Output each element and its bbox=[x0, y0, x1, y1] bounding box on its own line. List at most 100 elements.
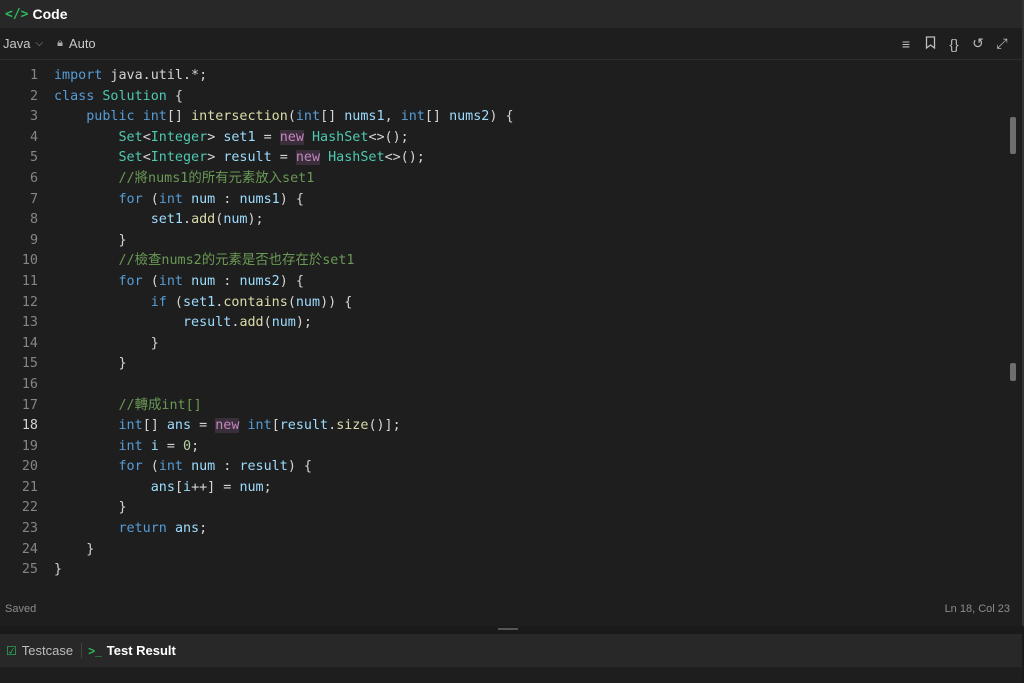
code-text: } bbox=[54, 335, 159, 351]
bookmark-icon[interactable] bbox=[918, 35, 942, 52]
line-number: 9 bbox=[29, 232, 38, 248]
code-line: 8 set1.add(num); bbox=[0, 210, 1008, 231]
code-text: //轉成int[] bbox=[54, 396, 202, 417]
code-line: 21 ans[i++] = num; bbox=[0, 478, 1008, 499]
line-number: 2 bbox=[29, 88, 38, 104]
bottom-panel-tabs: ☑ Testcase >_ Test Result bbox=[0, 634, 1022, 667]
code-line-active: 18 int[] ans = new int[result.size()]; bbox=[0, 416, 1008, 437]
code-text: return ans; bbox=[118, 521, 208, 537]
status-bar: Saved Ln 18, Col 23 bbox=[0, 599, 1020, 619]
code-line: 15 } bbox=[0, 354, 1008, 375]
code-line: 13 result.add(num); bbox=[0, 313, 1008, 334]
code-line: 9 } bbox=[0, 231, 1008, 252]
line-number: 23 bbox=[21, 521, 38, 537]
line-number: 15 bbox=[21, 356, 38, 372]
reset-icon[interactable]: ↺ bbox=[966, 35, 990, 52]
code-text: Set<Integer> set1 = new HashSet<>(); bbox=[118, 129, 409, 145]
checkbox-icon: ☑ bbox=[6, 643, 17, 658]
terminal-icon: >_ bbox=[88, 643, 102, 658]
auto-mode[interactable]: 🔒︎ Auto bbox=[57, 36, 96, 51]
save-status: Saved bbox=[5, 603, 37, 615]
code-editor[interactable]: 1 import java.util.*; 2 class Solution { 3… bbox=[0, 66, 1008, 596]
code-text: import java.util.*; bbox=[54, 68, 208, 83]
code-line: 7 for (int num : nums1) { bbox=[0, 190, 1008, 211]
line-number: 22 bbox=[21, 500, 38, 516]
code-line: 3 public int[] intersection(int[] nums1,… bbox=[0, 107, 1008, 128]
line-number: 1 bbox=[29, 68, 38, 83]
code-text: Set<Integer> result = new HashSet<>(); bbox=[118, 150, 425, 166]
code-comment: //檢查nums2的元素是否也存在於set1 bbox=[118, 253, 355, 269]
code-text: //檢查nums2的元素是否也存在於set1 bbox=[54, 251, 355, 272]
braces-icon[interactable]: {} bbox=[942, 36, 966, 52]
panel-title: Code bbox=[32, 6, 68, 22]
code-text: set1.add(num); bbox=[150, 212, 264, 228]
code-text: } bbox=[54, 356, 127, 372]
code-line: 16 bbox=[0, 375, 1008, 396]
code-text: public int[] intersection(int[] nums1, i… bbox=[86, 109, 514, 125]
code-line: 11 for (int num : nums2) { bbox=[0, 272, 1008, 293]
code-comment: //轉成int[] bbox=[118, 397, 202, 413]
tab-test-result-label: Test Result bbox=[106, 643, 176, 658]
tab-testcase[interactable]: ☑ Testcase bbox=[0, 643, 81, 658]
code-line: 19 int i = 0; bbox=[0, 437, 1008, 458]
expand-icon[interactable]: ⤢ bbox=[990, 35, 1014, 52]
editor-toolbar: Java ⌵ 🔒︎ Auto ≡ {} ↺ ⤢ bbox=[0, 28, 1022, 60]
line-number: 12 bbox=[21, 294, 38, 310]
code-text: //將nums1的所有元素放入set1 bbox=[54, 169, 315, 190]
tab-test-result[interactable]: >_ Test Result bbox=[81, 643, 184, 658]
code-text: int i = 0; bbox=[118, 438, 200, 454]
format-icon[interactable]: ≡ bbox=[894, 36, 918, 52]
code-panel: </> Code Java ⌵ 🔒︎ Auto ≡ {} ↺ ⤢ 1 import… bbox=[0, 0, 1024, 626]
code-line: 24 } bbox=[0, 540, 1008, 561]
code-line: 6 //將nums1的所有元素放入set1 bbox=[0, 169, 1008, 190]
code-line: 5 Set<Integer> result = new HashSet<>(); bbox=[0, 148, 1008, 169]
line-number: 11 bbox=[21, 273, 38, 289]
language-label: Java bbox=[3, 36, 31, 51]
line-number: 3 bbox=[29, 109, 38, 125]
code-line: 20 for (int num : result) { bbox=[0, 457, 1008, 478]
code-text: if (set1.contains(num)) { bbox=[150, 294, 353, 310]
code-text: ans[i++] = num; bbox=[150, 479, 272, 495]
vertical-scrollbar-thumb[interactable] bbox=[1010, 117, 1016, 154]
code-line: 2 class Solution { bbox=[0, 87, 1008, 108]
code-text: for (int num : nums1) { bbox=[118, 191, 304, 207]
line-number: 24 bbox=[21, 541, 38, 557]
code-text: class Solution { bbox=[54, 88, 183, 104]
line-number: 8 bbox=[29, 212, 38, 228]
code-text: } bbox=[54, 562, 63, 578]
code-text: int[] ans = new int[result.size()]; bbox=[118, 418, 401, 434]
code-line: 23 return ans; bbox=[0, 519, 1008, 540]
line-number: 6 bbox=[29, 170, 38, 186]
code-comment: //將nums1的所有元素放入set1 bbox=[118, 170, 315, 186]
line-number: 21 bbox=[21, 479, 38, 495]
cursor-position: Ln 18, Col 23 bbox=[944, 603, 1010, 615]
panel-resize-handle[interactable] bbox=[498, 628, 518, 630]
language-select[interactable]: Java ⌵ bbox=[3, 36, 43, 51]
line-number: 7 bbox=[29, 191, 38, 207]
code-text: for (int num : nums2) { bbox=[118, 273, 304, 289]
code-line: 17 //轉成int[] bbox=[0, 396, 1008, 417]
toolbar-actions: ≡ {} ↺ ⤢ bbox=[894, 35, 1022, 52]
line-number: 14 bbox=[21, 335, 38, 351]
line-number: 16 bbox=[21, 376, 38, 392]
bottom-panel-body bbox=[0, 667, 1022, 683]
auto-label: Auto bbox=[68, 36, 96, 51]
code-line: 1 import java.util.*; bbox=[0, 66, 1008, 87]
code-text: for (int num : result) { bbox=[118, 459, 313, 475]
line-number: 13 bbox=[21, 315, 38, 331]
code-line: 12 if (set1.contains(num)) { bbox=[0, 293, 1008, 314]
line-number: 25 bbox=[21, 562, 38, 578]
line-number-active: 18 bbox=[21, 418, 38, 434]
tab-testcase-label: Testcase bbox=[21, 643, 74, 658]
vertical-scrollbar-marker bbox=[1010, 363, 1016, 381]
line-number: 4 bbox=[29, 129, 38, 145]
line-number: 5 bbox=[29, 150, 38, 166]
lock-icon: 🔒︎ bbox=[57, 37, 63, 49]
code-text: } bbox=[54, 541, 95, 557]
code-icon: </> bbox=[5, 6, 29, 22]
code-line: 4 Set<Integer> set1 = new HashSet<>(); bbox=[0, 128, 1008, 149]
code-line: 22 } bbox=[0, 498, 1008, 519]
line-number: 10 bbox=[21, 253, 38, 269]
line-number: 20 bbox=[21, 459, 38, 475]
code-line: 25} bbox=[0, 560, 1008, 581]
